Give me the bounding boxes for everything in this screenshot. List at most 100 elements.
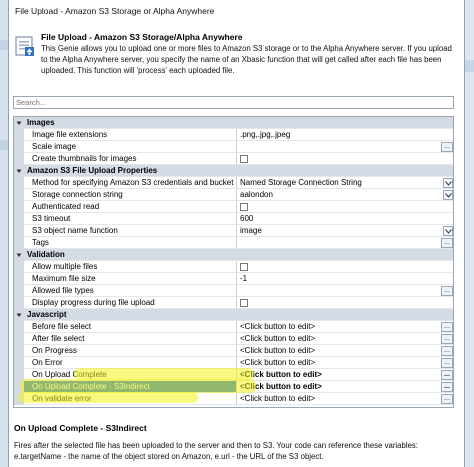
property-row[interactable]: After file select <Click button to edit>.… [14, 333, 453, 345]
category-label[interactable]: Amazon S3 File Upload Properties [24, 165, 453, 177]
property-value[interactable]: Named Storage Connection String [237, 177, 453, 189]
dropdown-button[interactable] [443, 226, 453, 236]
property-row[interactable]: Authenticated read [14, 201, 453, 213]
chevron-down-icon [445, 193, 452, 198]
category-row[interactable]: Amazon S3 File Upload Properties [14, 165, 453, 177]
property-value[interactable]: <Click button to edit>... [237, 333, 453, 345]
property-row[interactable]: Display progress during file upload [14, 297, 453, 309]
property-checkbox[interactable] [240, 299, 248, 307]
genie-description: This Genie allows you to upload one or m… [41, 44, 452, 75]
row-gutter [14, 237, 24, 249]
search-input[interactable] [13, 96, 454, 109]
property-value[interactable]: <Click button to edit>... [237, 321, 453, 333]
row-gutter [14, 189, 24, 201]
property-row[interactable]: Create thumbnails for images [14, 153, 453, 165]
property-row[interactable]: On Upload Complete - S3Indirect <Click bu… [14, 381, 453, 393]
property-row[interactable]: S3 timeout 600 [14, 213, 453, 225]
property-value-text: <Click button to edit> [240, 358, 316, 367]
ellipsis-button[interactable]: ... [441, 238, 453, 248]
ellipsis-button[interactable]: ... [441, 346, 453, 356]
property-row[interactable]: Scale image... [14, 141, 453, 153]
help-title: On Upload Complete - S3Indirect [14, 423, 147, 433]
property-value-text: <Click button to edit> [240, 346, 316, 355]
row-gutter [14, 129, 24, 141]
property-value[interactable]: -1 [237, 273, 453, 285]
property-value[interactable]: ... [237, 285, 453, 297]
window-titlebar[interactable]: File Upload - Amazon S3 Storage or Alpha… [9, 0, 464, 22]
property-value[interactable]: ... [237, 237, 453, 249]
property-value[interactable] [237, 261, 453, 273]
row-gutter [14, 273, 24, 285]
property-value[interactable]: image [237, 225, 453, 237]
property-value[interactable]: <Click button to edit>... [237, 393, 453, 405]
property-name: On validate error [24, 393, 237, 405]
property-value-text: .png,.jpg,.jpeg [240, 130, 291, 139]
collapse-icon[interactable] [16, 312, 22, 318]
collapse-icon[interactable] [16, 168, 22, 174]
ellipsis-button[interactable]: ... [441, 322, 453, 332]
row-gutter [14, 309, 24, 321]
category-label[interactable]: Validation [24, 249, 453, 261]
property-name: Maximum file size [24, 273, 237, 285]
dropdown-button[interactable] [443, 190, 453, 200]
property-value[interactable]: <Click button to edit>... [237, 345, 453, 357]
property-row[interactable]: Tags... [14, 237, 453, 249]
property-row[interactable]: On validate error <Click button to edit>.… [14, 393, 453, 405]
property-name: Display progress during file upload [24, 297, 237, 309]
property-row[interactable]: Before file select <Click button to edit>… [14, 321, 453, 333]
property-row[interactable]: Allow multiple files [14, 261, 453, 273]
property-value[interactable]: .png,.jpg,.jpeg [237, 129, 453, 141]
property-name: Create thumbnails for images [24, 153, 237, 165]
ellipsis-button[interactable]: ... [441, 394, 453, 404]
collapse-icon[interactable] [16, 120, 22, 126]
property-row[interactable]: On Error <Click button to edit>... [14, 357, 453, 369]
ellipsis-button[interactable]: ... [441, 370, 453, 380]
property-value[interactable] [237, 297, 453, 309]
property-name: Method for specifying Amazon S3 credenti… [24, 177, 237, 189]
property-name: Storage connection string [24, 189, 237, 201]
property-name: S3 timeout [24, 213, 237, 225]
genie-header: File Upload - Amazon S3 Storage/Alpha An… [9, 24, 464, 90]
property-name: Allowed file types [24, 285, 237, 297]
property-value[interactable]: ... [237, 141, 453, 153]
ellipsis-button[interactable]: ... [441, 286, 453, 296]
row-gutter [14, 201, 24, 213]
window-title: File Upload - Amazon S3 Storage or Alpha… [15, 6, 215, 16]
property-row[interactable]: Image file extensions .png,.jpg,.jpeg [14, 129, 453, 141]
property-row[interactable]: On Progress <Click button to edit>... [14, 345, 453, 357]
property-value[interactable] [237, 153, 453, 165]
category-row[interactable]: Javascript [14, 309, 453, 321]
row-gutter [14, 357, 24, 369]
property-value[interactable]: 600 [237, 213, 453, 225]
ellipsis-button[interactable]: ... [441, 334, 453, 344]
category-row[interactable]: Validation [14, 249, 453, 261]
category-row[interactable]: Images [14, 117, 453, 129]
property-value[interactable] [237, 201, 453, 213]
dropdown-button[interactable] [443, 178, 453, 188]
property-checkbox[interactable] [240, 203, 248, 211]
property-value[interactable]: aalondon [237, 189, 453, 201]
property-row[interactable]: Allowed file types... [14, 285, 453, 297]
property-value-text: -1 [240, 274, 248, 283]
property-row[interactable]: Method for specifying Amazon S3 credenti… [14, 177, 453, 189]
row-gutter [14, 249, 24, 261]
property-value[interactable]: <Click button to edit>... [237, 357, 453, 369]
property-row[interactable]: On Upload Complete <Click button to edit>… [14, 369, 453, 381]
category-label[interactable]: Images [24, 117, 453, 129]
property-value[interactable]: <Click button to edit>... [237, 369, 453, 381]
property-row[interactable]: S3 object name function image [14, 225, 453, 237]
property-checkbox[interactable] [240, 155, 248, 163]
ellipsis-button[interactable]: ... [441, 358, 453, 368]
ellipsis-button[interactable]: ... [441, 142, 453, 152]
property-row[interactable]: Storage connection string aalondon [14, 189, 453, 201]
property-name: Authenticated read [24, 201, 237, 213]
property-name: On Upload Complete - S3Indirect [24, 381, 237, 393]
property-value-text: aalondon [240, 190, 273, 199]
row-gutter [14, 297, 24, 309]
category-label[interactable]: Javascript [24, 309, 453, 321]
property-checkbox[interactable] [240, 263, 248, 271]
property-value[interactable]: <Click button to edit>... [237, 381, 453, 393]
ellipsis-button[interactable]: ... [441, 382, 453, 392]
property-row[interactable]: Maximum file size -1 [14, 273, 453, 285]
collapse-icon[interactable] [16, 252, 22, 258]
